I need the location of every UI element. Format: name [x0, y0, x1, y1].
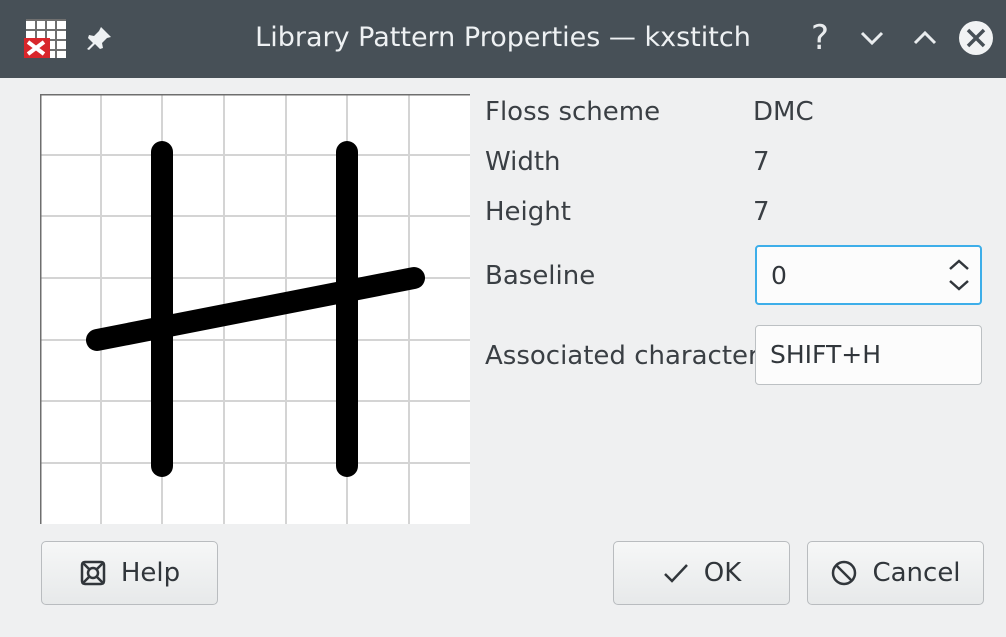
lifebuoy-icon [80, 560, 106, 586]
pattern-preview [40, 94, 470, 524]
floss-scheme-label: Floss scheme [485, 97, 661, 127]
associated-character-value[interactable]: SHIFT+H [770, 340, 881, 369]
close-icon[interactable] [956, 18, 996, 58]
stitch-lines [86, 141, 425, 477]
cancel-button-label: Cancel [872, 558, 961, 588]
baseline-spinbox[interactable]: 0 [755, 245, 982, 305]
floss-scheme-value: DMC [753, 97, 814, 127]
baseline-value[interactable]: 0 [771, 261, 787, 290]
associated-character-field[interactable]: SHIFT+H [755, 325, 982, 385]
cancel-icon [832, 560, 857, 586]
width-label: Width [485, 147, 561, 177]
ok-button-label: OK [703, 558, 742, 588]
ok-button[interactable]: OK [613, 541, 790, 605]
title-bar[interactable]: Library Pattern Properties — kxstitch ? [0, 0, 1006, 78]
checkmark-icon [663, 564, 688, 583]
help-icon[interactable]: ? [800, 18, 840, 58]
help-button[interactable]: Help [41, 541, 218, 605]
minimize-icon[interactable] [852, 18, 892, 58]
spin-arrows-icon[interactable] [946, 255, 972, 295]
help-button-label: Help [120, 558, 181, 588]
baseline-label: Baseline [485, 261, 596, 291]
height-value: 7 [753, 197, 770, 227]
pattern-preview-canvas [40, 94, 470, 524]
height-label: Height [485, 197, 571, 227]
width-value: 7 [753, 147, 770, 177]
associated-character-label: Associated character [485, 341, 759, 371]
cancel-button[interactable]: Cancel [807, 541, 984, 605]
maximize-icon[interactable] [905, 18, 945, 58]
